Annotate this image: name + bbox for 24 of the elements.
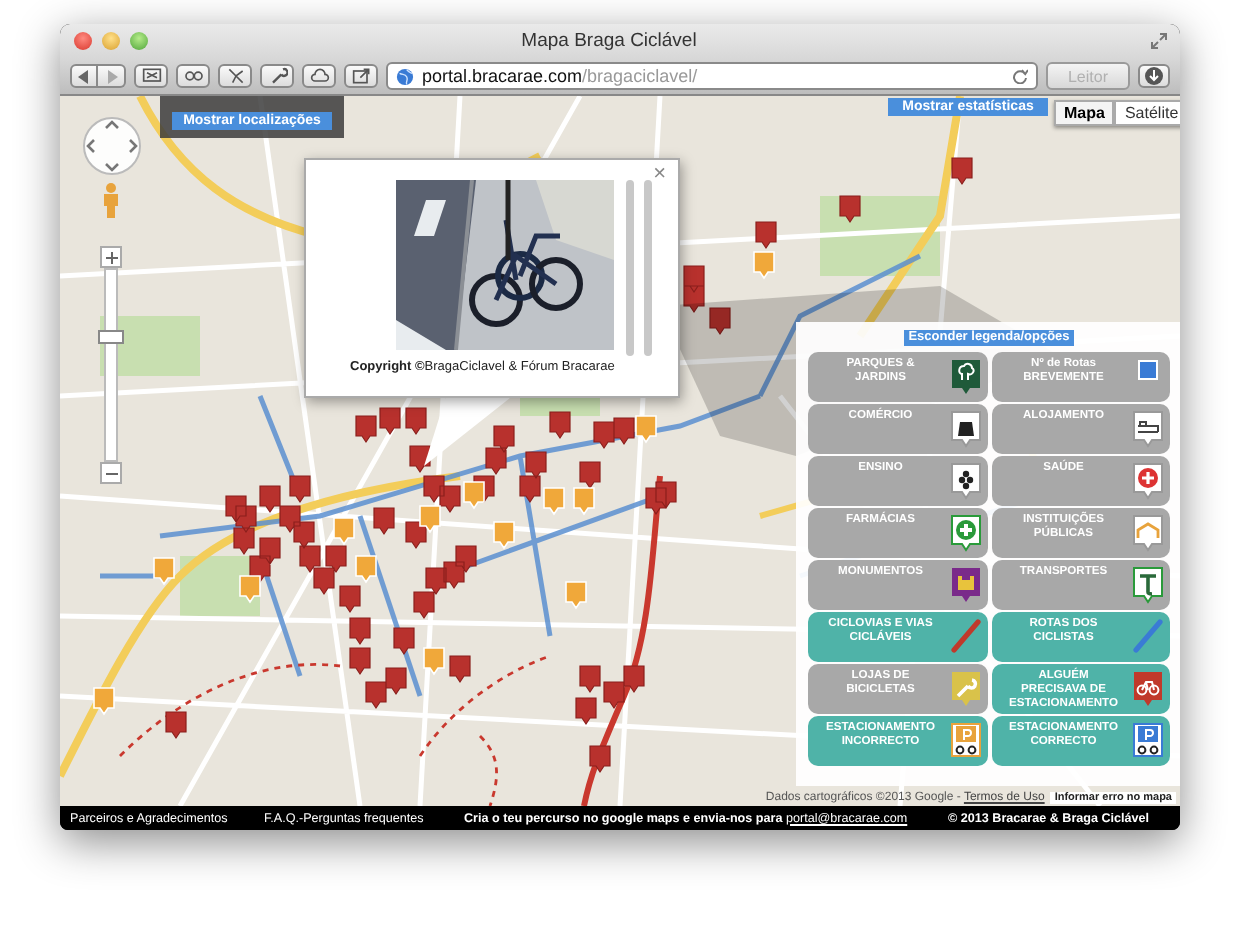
wrench-icon [267, 66, 287, 86]
back-icon [78, 69, 90, 83]
toolbar-button[interactable] [218, 64, 252, 88]
globe-icon [396, 67, 414, 85]
cloud-icon [309, 66, 329, 86]
window-title: Mapa Braga Ciclável [519, 30, 699, 52]
toolbar-button[interactable] [302, 64, 336, 88]
address-field[interactable]: portal.bracarae.com/bragaciclavel/ [386, 62, 1038, 90]
address-text: portal.bracarae.com/bragaciclavel/ [422, 66, 698, 86]
toolbar-button[interactable] [176, 64, 210, 88]
toolbar-button[interactable] [260, 64, 294, 88]
forward-button[interactable] [98, 64, 126, 88]
fullscreen-icon[interactable] [1150, 32, 1168, 50]
close-button[interactable] [74, 32, 92, 50]
share-icon [351, 66, 371, 86]
downloads-button[interactable] [1138, 64, 1170, 88]
reload-icon[interactable] [1012, 68, 1028, 84]
download-icon [1144, 66, 1164, 86]
forward-icon [105, 69, 117, 83]
back-button[interactable] [70, 64, 98, 88]
toolbar-button[interactable] [344, 64, 378, 88]
frame-icon [141, 66, 161, 86]
toolbar-button[interactable] [134, 64, 168, 88]
glasses-icon [183, 66, 203, 86]
